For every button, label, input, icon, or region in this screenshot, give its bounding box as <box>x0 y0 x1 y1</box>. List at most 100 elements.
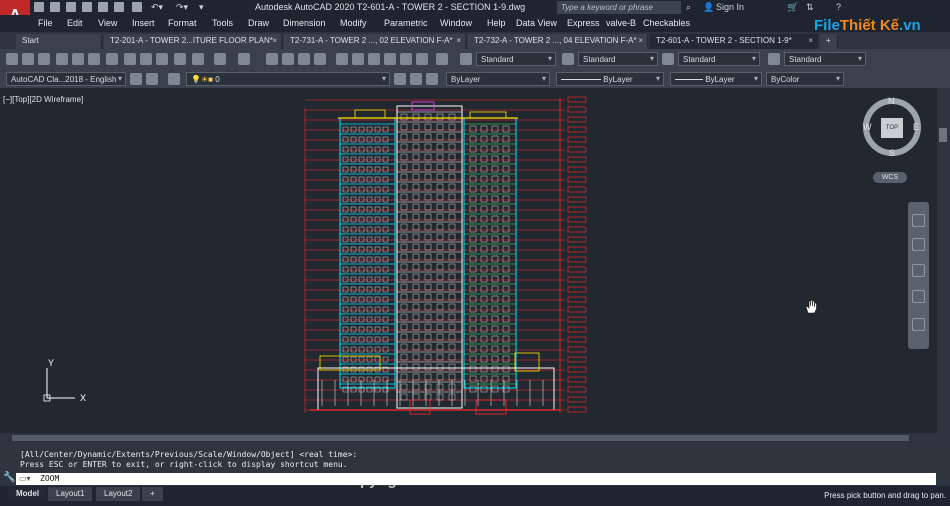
wcs-menu[interactable]: WCS <box>873 172 907 183</box>
paste-icon[interactable] <box>156 53 168 65</box>
cart-icon[interactable]: 🛒 <box>787 2 798 13</box>
menu-checkables[interactable]: Checkables <box>643 18 690 28</box>
doc-tab-2[interactable]: T2-731-A - TOWER 2 ..., 02 ELEVATION F-A… <box>284 34 466 49</box>
doc-tab-0[interactable]: Start <box>16 34 102 49</box>
save-toolbar-icon[interactable] <box>38 53 50 65</box>
menu-format[interactable]: Format <box>168 18 197 28</box>
layout-tab--[interactable]: + <box>142 487 163 501</box>
viewcube-north[interactable]: N <box>888 96 895 106</box>
help-icon[interactable]: ? <box>836 2 841 12</box>
close-tab-icon[interactable]: × <box>808 36 813 45</box>
menu-parametric[interactable]: Parametric <box>384 18 428 28</box>
menu-edit[interactable]: Edit <box>67 18 83 28</box>
close-tab-icon[interactable]: × <box>456 36 461 45</box>
redo-toolbar-icon[interactable] <box>238 53 250 65</box>
table-style-select[interactable]: Standard ▾ <box>678 52 760 66</box>
cut-icon[interactable] <box>124 53 136 65</box>
plot-icon[interactable] <box>98 2 108 12</box>
markup-icon[interactable] <box>400 53 412 65</box>
customize-command-icon[interactable]: 🔧 <box>3 472 15 483</box>
sheet-set-icon[interactable] <box>384 53 396 65</box>
horizontal-scroll-thumb[interactable] <box>12 435 909 441</box>
qnew-icon[interactable] <box>6 53 18 65</box>
block-editor-icon[interactable] <box>192 53 204 65</box>
sign-in-link[interactable]: Sign In <box>716 2 744 12</box>
color-select[interactable]: ByLayer ▾ <box>446 72 550 86</box>
layer-properties-icon[interactable] <box>168 73 180 85</box>
layer-select[interactable]: 💡☀■ 0 ▾ <box>186 72 390 86</box>
new-file-icon[interactable] <box>34 2 44 12</box>
publish-icon[interactable] <box>132 2 142 12</box>
menu-tools[interactable]: Tools <box>212 18 233 28</box>
doc-tab-3[interactable]: T2-732-A - TOWER 2 ..., 04 ELEVATION F-A… <box>468 34 648 49</box>
zoom-nav-icon[interactable] <box>912 264 925 277</box>
command-recent-icon[interactable]: ▭▾ <box>19 474 31 483</box>
menu-view[interactable]: View <box>98 18 117 28</box>
plotstyle-select[interactable]: ByColor ▾ <box>766 72 844 86</box>
menu-file[interactable]: File <box>38 18 53 28</box>
menu-valve-b[interactable]: valve-B <box>606 18 636 28</box>
pan-nav-icon[interactable] <box>912 238 925 251</box>
search-input[interactable]: Type a keyword or phrase <box>557 1 681 14</box>
workspace-settings-icon[interactable] <box>130 73 142 85</box>
doc-tab-4[interactable]: T2-601-A - TOWER 2 - SECTION 1-9* × <box>650 34 818 49</box>
showmotion-icon[interactable] <box>912 318 925 331</box>
menu-modify[interactable]: Modify <box>340 18 367 28</box>
orbit-nav-icon[interactable] <box>912 290 925 303</box>
menu-data-view[interactable]: Data View <box>516 18 557 28</box>
viewcube-east[interactable]: E <box>913 122 919 132</box>
copy-icon[interactable] <box>140 53 152 65</box>
layer-previous-icon[interactable] <box>410 73 422 85</box>
zoom-window-icon[interactable] <box>298 53 310 65</box>
plot-toolbar-icon[interactable] <box>56 53 68 65</box>
print-icon[interactable] <box>114 2 124 12</box>
menu-draw[interactable]: Draw <box>248 18 269 28</box>
open-file-icon[interactable] <box>50 2 60 12</box>
3dprint-icon[interactable] <box>106 53 118 65</box>
drawing-area[interactable]: [−][Top][2D Wireframe] YX <box>0 88 950 433</box>
steering-wheel-icon[interactable] <box>912 214 925 227</box>
layout-tab-layout2[interactable]: Layout2 <box>96 487 141 501</box>
menu-window[interactable]: Window <box>440 18 472 28</box>
properties-icon[interactable] <box>336 53 348 65</box>
pan-icon[interactable] <box>266 53 278 65</box>
new-tab-button[interactable]: + <box>820 34 838 49</box>
viewcube-west[interactable]: W <box>863 122 872 132</box>
quickcalc-icon[interactable] <box>416 53 428 65</box>
tool-palettes-icon[interactable] <box>368 53 380 65</box>
help-toolbar-icon[interactable] <box>436 53 448 65</box>
preview-icon[interactable] <box>72 53 84 65</box>
viewcube-top-face[interactable]: TOP <box>881 118 903 138</box>
dim-style-select[interactable]: Standard ▾ <box>578 52 658 66</box>
lineweight-select[interactable]: ByLayer ▾ <box>670 72 762 86</box>
search-icon[interactable]: ⌕ <box>686 2 691 13</box>
zoom-previous-icon[interactable] <box>314 53 326 65</box>
publish-toolbar-icon[interactable] <box>88 53 100 65</box>
viewcube-south[interactable]: S <box>889 148 895 158</box>
customize-icon[interactable]: ▾ <box>199 2 204 13</box>
redo-icon[interactable]: ↷▾ <box>176 2 188 13</box>
save-icon[interactable] <box>66 2 76 12</box>
a360-icon[interactable]: ⇅ <box>806 2 814 13</box>
doc-tab-1[interactable]: T2-201-A - TOWER 2...ITURE FLOOR PLAN* × <box>104 34 282 49</box>
design-center-icon[interactable] <box>352 53 364 65</box>
vertical-scroll-thumb[interactable] <box>939 128 947 142</box>
make-current-icon[interactable] <box>394 73 406 85</box>
close-tab-icon[interactable]: × <box>272 36 277 45</box>
layer-iso-icon[interactable] <box>426 73 438 85</box>
menu-insert[interactable]: Insert <box>132 18 155 28</box>
zoom-realtime-icon[interactable] <box>282 53 294 65</box>
matchprop-icon[interactable] <box>174 53 186 65</box>
menu-dimension[interactable]: Dimension <box>283 18 326 28</box>
undo-toolbar-icon[interactable] <box>214 53 226 65</box>
layout-tab-model[interactable]: Model <box>8 487 48 501</box>
open-icon[interactable] <box>22 53 34 65</box>
linetype-select[interactable]: ByLayer ▾ <box>556 72 664 86</box>
undo-icon[interactable]: ↶▾ <box>151 2 163 13</box>
save-as-icon[interactable] <box>82 2 92 12</box>
menu-express[interactable]: Express <box>567 18 600 28</box>
text-style-select[interactable]: Standard ▾ <box>476 52 556 66</box>
user-icon[interactable]: 👤 <box>703 2 714 13</box>
close-tab-icon[interactable]: × <box>638 36 643 45</box>
workspace-select[interactable]: AutoCAD Cla...2018 - English ▾ <box>6 72 126 86</box>
